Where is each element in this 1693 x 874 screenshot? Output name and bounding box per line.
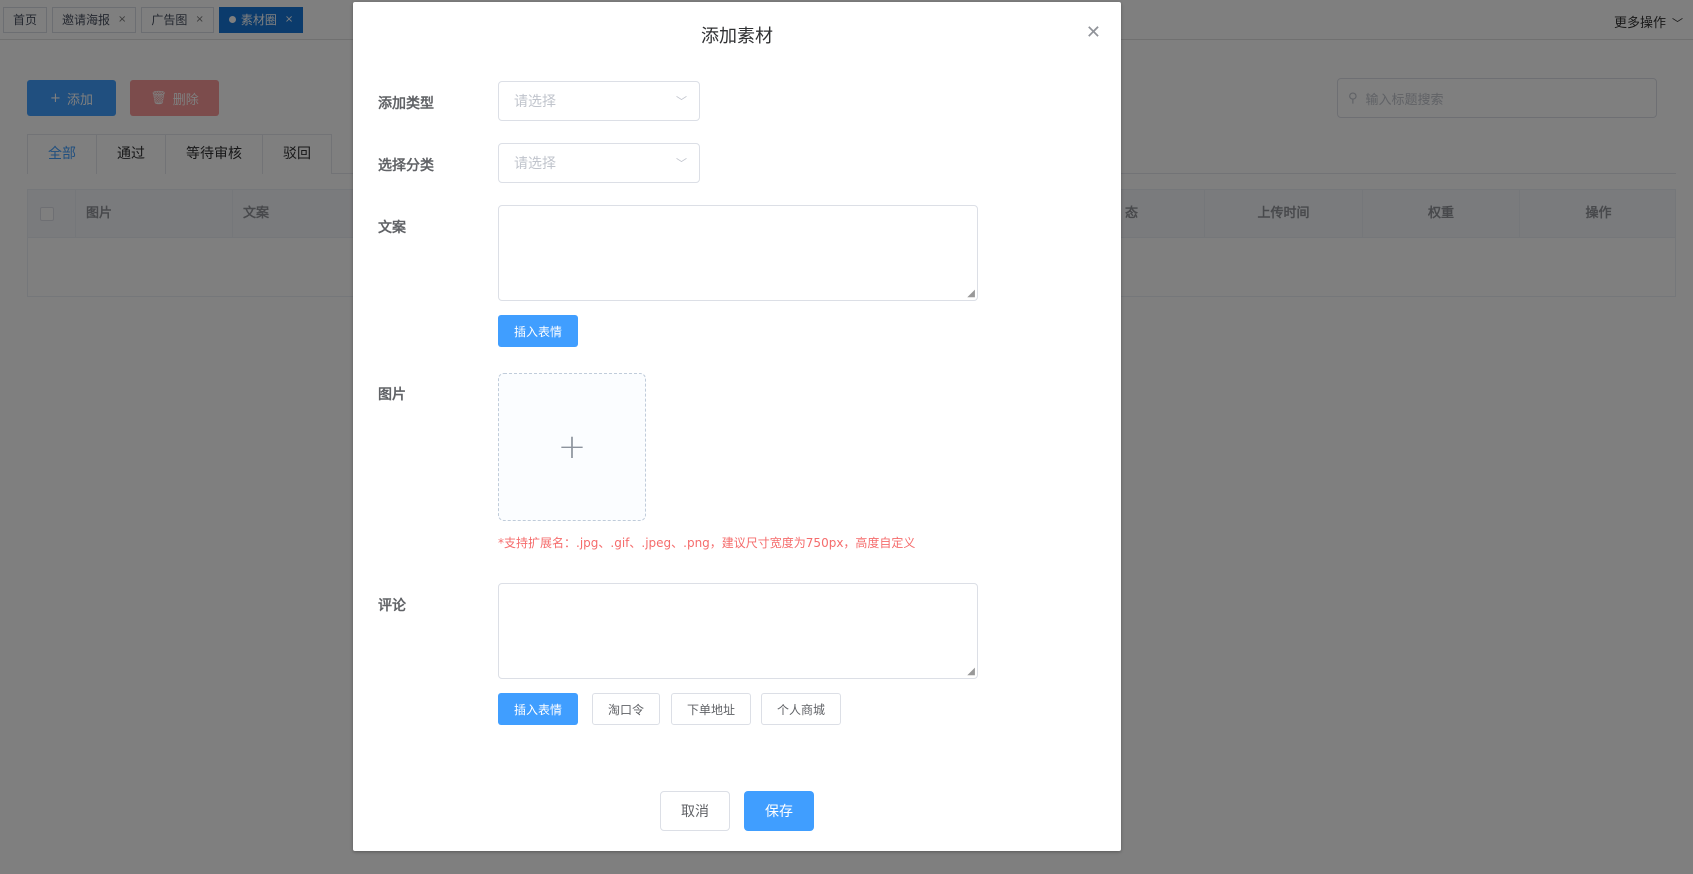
plus-icon: +	[557, 427, 587, 467]
copy-textarea[interactable]: ◢	[498, 205, 978, 301]
cancel-button[interactable]: 取消	[660, 791, 730, 831]
add-material-dialog: 添加素材 ✕ 添加类型 请选择 ﹀ 选择分类 请选择 ﹀ 文案 ◢ 插入表情 图…	[353, 2, 1121, 851]
comment-textarea[interactable]: ◢	[498, 583, 978, 679]
personal-mall-button[interactable]: 个人商城	[761, 693, 841, 725]
resize-handle-icon[interactable]: ◢	[967, 666, 975, 677]
category-select-placeholder: 请选择	[514, 156, 556, 172]
taobao-code-button[interactable]: 淘口令	[592, 693, 660, 725]
type-select[interactable]: 请选择 ﹀	[498, 81, 700, 121]
close-icon[interactable]: ✕	[1086, 22, 1101, 43]
comment-label: 评论	[378, 598, 406, 614]
type-label: 添加类型	[378, 96, 434, 112]
category-select[interactable]: 请选择 ﹀	[498, 143, 700, 183]
dialog-title: 添加素材	[701, 26, 773, 47]
comment-insert-emoji-button[interactable]: 插入表情	[498, 693, 578, 725]
type-select-placeholder: 请选择	[514, 94, 556, 110]
resize-handle-icon[interactable]: ◢	[967, 288, 975, 299]
upload-hint: *支持扩展名：.jpg、.gif、.jpeg、.png，建议尺寸宽度为750px…	[498, 536, 916, 550]
category-label: 选择分类	[378, 158, 434, 174]
image-upload[interactable]: +	[498, 373, 646, 521]
chevron-down-icon: ﹀	[676, 157, 687, 170]
order-address-button[interactable]: 下单地址	[671, 693, 751, 725]
image-label: 图片	[378, 387, 406, 403]
copy-label: 文案	[378, 220, 406, 236]
chevron-down-icon: ﹀	[676, 95, 687, 108]
save-button[interactable]: 保存	[744, 791, 814, 831]
insert-emoji-button[interactable]: 插入表情	[498, 315, 578, 347]
